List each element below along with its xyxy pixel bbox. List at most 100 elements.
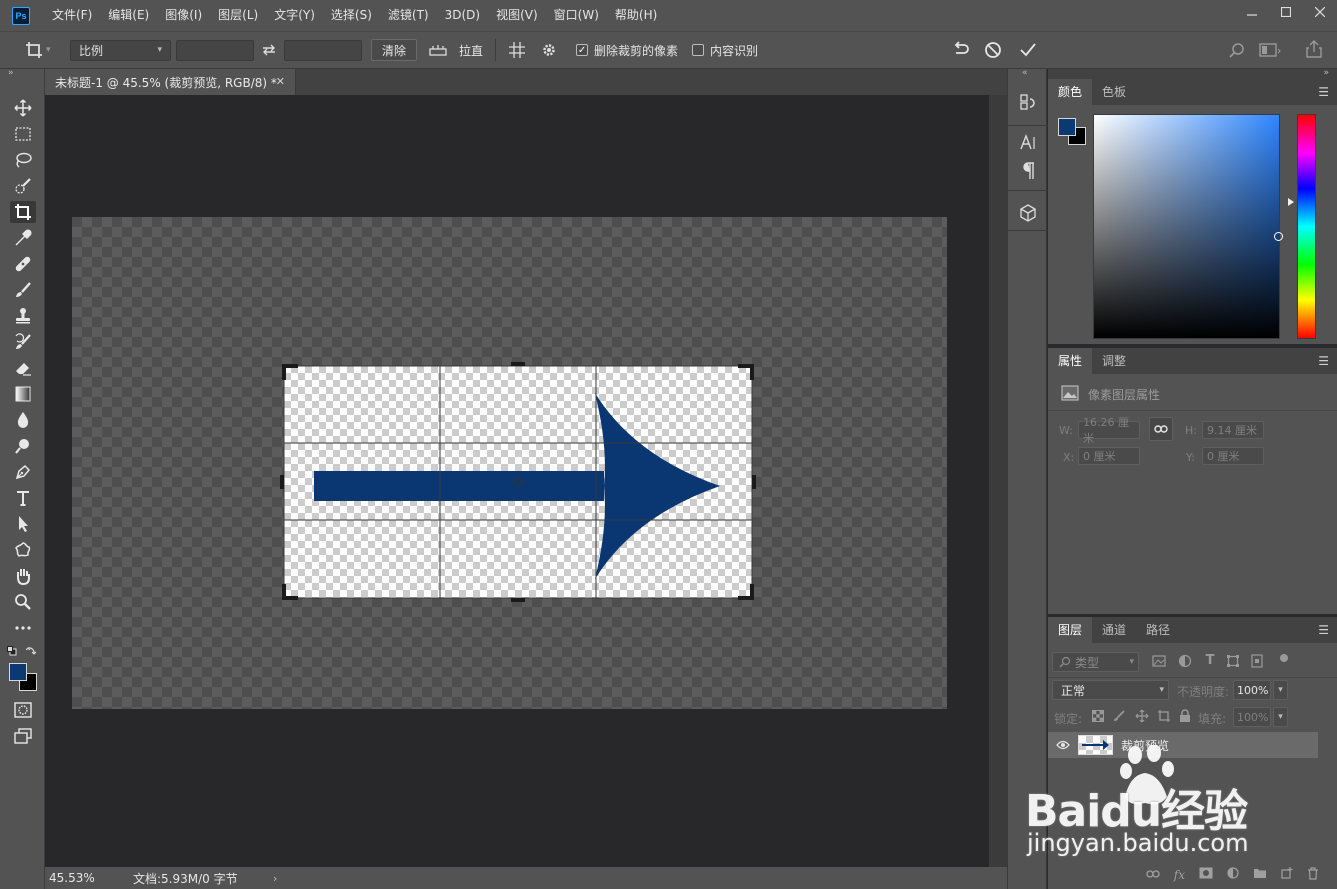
new-group-icon[interactable] xyxy=(1253,867,1267,882)
menu-edit[interactable]: 编辑(E) xyxy=(100,0,157,31)
overlay-grid-icon[interactable] xyxy=(506,41,528,59)
delete-layer-icon[interactable] xyxy=(1307,866,1319,883)
pen-tool-icon[interactable] xyxy=(10,461,36,483)
search-icon[interactable] xyxy=(1228,41,1246,59)
collapse-dock-icon[interactable]: » xyxy=(1323,68,1329,78)
x-field[interactable]: 0 厘米 xyxy=(1078,447,1140,465)
crop-height-input[interactable] xyxy=(284,39,362,61)
collapse-toolbar-icon[interactable]: » xyxy=(8,68,13,78)
menu-window[interactable]: 窗口(W) xyxy=(546,0,607,31)
character-panel-icon[interactable] xyxy=(1017,132,1039,154)
healing-brush-tool-icon[interactable] xyxy=(10,253,36,275)
lock-pixels-icon[interactable] xyxy=(1113,710,1125,722)
add-mask-icon[interactable] xyxy=(1199,867,1213,882)
brush-tool-icon[interactable] xyxy=(10,279,36,301)
hand-tool-icon[interactable] xyxy=(10,565,36,587)
menu-select[interactable]: 选择(S) xyxy=(323,0,380,31)
tab-layers[interactable]: 图层 xyxy=(1048,617,1093,643)
opacity-field[interactable]: 100% xyxy=(1233,680,1271,700)
filter-adjustment-icon[interactable] xyxy=(1178,654,1192,668)
new-adjustment-layer-icon[interactable] xyxy=(1227,867,1239,882)
workspace-icon[interactable] xyxy=(1258,41,1282,59)
custom-shape-tool-icon[interactable] xyxy=(10,539,36,561)
layer-row[interactable]: 裁剪预览 xyxy=(1048,732,1318,758)
menu-3d[interactable]: 3D(D) xyxy=(437,0,488,31)
vertical-scrollbar[interactable] xyxy=(989,95,1007,867)
settings-gear-icon[interactable] xyxy=(538,42,560,58)
hue-slider[interactable] xyxy=(1297,114,1316,339)
layer-effects-icon[interactable]: fx xyxy=(1174,868,1185,882)
document-tab[interactable]: 未标题-1 @ 45.5% (裁剪预览, RGB/8) * ✕ xyxy=(45,69,296,95)
menu-layer[interactable]: 图层(L) xyxy=(210,0,266,31)
quick-mask-icon[interactable] xyxy=(10,699,36,721)
paragraph-panel-icon[interactable] xyxy=(1017,160,1039,182)
layer-thumbnail[interactable] xyxy=(1078,735,1113,755)
history-brush-tool-icon[interactable] xyxy=(10,331,36,353)
3d-panel-icon[interactable] xyxy=(1017,202,1039,224)
preset-dropdown-arrow[interactable]: ▾ xyxy=(46,45,52,55)
menu-file[interactable]: 文件(F) xyxy=(44,0,100,31)
straighten-label[interactable]: 拉直 xyxy=(459,42,483,59)
more-tools-icon[interactable] xyxy=(10,617,36,639)
fill-field[interactable]: 100% xyxy=(1233,707,1271,727)
crop-width-input[interactable] xyxy=(176,39,254,61)
menu-filter[interactable]: 滤镜(T) xyxy=(380,0,437,31)
tab-properties[interactable]: 属性 xyxy=(1048,348,1093,374)
menu-help[interactable]: 帮助(H) xyxy=(607,0,665,31)
marquee-tool-icon[interactable] xyxy=(10,123,36,145)
cancel-crop-icon[interactable] xyxy=(983,40,1003,60)
link-dimensions-button[interactable] xyxy=(1149,417,1173,441)
filter-pixel-icon[interactable] xyxy=(1152,654,1166,668)
color-panel-foreground-swatch[interactable] xyxy=(1058,118,1076,136)
lasso-tool-icon[interactable] xyxy=(10,149,36,171)
type-tool-icon[interactable] xyxy=(10,487,36,509)
crop-box[interactable] xyxy=(279,361,757,603)
screen-mode-icon[interactable] xyxy=(10,725,36,747)
panel-menu-icon[interactable]: ☰ xyxy=(1318,85,1329,99)
crop-tool-preset-icon[interactable] xyxy=(22,41,46,59)
quick-selection-tool-icon[interactable] xyxy=(10,175,36,197)
layer-name[interactable]: 裁剪预览 xyxy=(1121,737,1169,754)
document-info[interactable]: 文档:5.93M/0 字节 xyxy=(133,870,273,887)
height-field[interactable]: 9.14 厘米 xyxy=(1202,421,1264,439)
crop-tool-icon[interactable] xyxy=(10,201,36,223)
color-picker-cursor[interactable] xyxy=(1274,232,1283,241)
filter-type-icon[interactable]: T xyxy=(1203,653,1217,668)
blur-tool-icon[interactable] xyxy=(10,409,36,431)
history-panel-icon[interactable] xyxy=(1017,91,1039,113)
opacity-dropdown-icon[interactable]: ▾ xyxy=(1273,680,1288,700)
collapse-strip-icon[interactable]: « xyxy=(1022,68,1028,78)
tab-swatches[interactable]: 色板 xyxy=(1092,79,1136,105)
default-colors-icon[interactable] xyxy=(7,645,17,656)
minimize-button[interactable] xyxy=(1235,0,1269,24)
zoom-tool-icon[interactable] xyxy=(10,591,36,613)
status-menu-arrow-icon[interactable]: › xyxy=(273,872,277,885)
panel-menu-icon[interactable]: ☰ xyxy=(1318,354,1329,368)
layer-visibility-eye-icon[interactable] xyxy=(1048,740,1078,750)
eraser-tool-icon[interactable] xyxy=(10,357,36,379)
gradient-tool-icon[interactable] xyxy=(10,383,36,405)
lock-artboard-icon[interactable] xyxy=(1157,709,1171,723)
content-aware-checkbox[interactable]: 内容识别 xyxy=(692,42,758,59)
panel-menu-icon[interactable]: ☰ xyxy=(1318,623,1329,637)
swap-colors-icon[interactable] xyxy=(25,644,38,656)
lock-position-icon[interactable] xyxy=(1135,709,1149,723)
menu-type[interactable]: 文字(Y) xyxy=(266,0,323,31)
tab-paths[interactable]: 路径 xyxy=(1136,617,1180,643)
canvas-area[interactable] xyxy=(45,95,989,867)
commit-crop-icon[interactable] xyxy=(1018,40,1038,60)
move-tool-icon[interactable] xyxy=(10,97,36,119)
hue-slider-handle[interactable] xyxy=(1288,198,1294,206)
new-layer-icon[interactable] xyxy=(1281,867,1293,882)
clear-button[interactable]: 清除 xyxy=(371,39,418,61)
reset-crop-icon[interactable] xyxy=(951,40,971,60)
lock-all-icon[interactable] xyxy=(1179,709,1191,723)
tab-color[interactable]: 颜色 xyxy=(1048,79,1093,105)
eyedropper-tool-icon[interactable] xyxy=(10,227,36,249)
tab-adjustments[interactable]: 调整 xyxy=(1092,348,1136,374)
foreground-color-swatch[interactable] xyxy=(9,663,27,681)
color-field[interactable] xyxy=(1093,114,1283,339)
y-field[interactable]: 0 厘米 xyxy=(1202,447,1264,465)
fill-dropdown-icon[interactable]: ▾ xyxy=(1273,707,1288,727)
filter-toggle-icon[interactable] xyxy=(1280,654,1288,662)
